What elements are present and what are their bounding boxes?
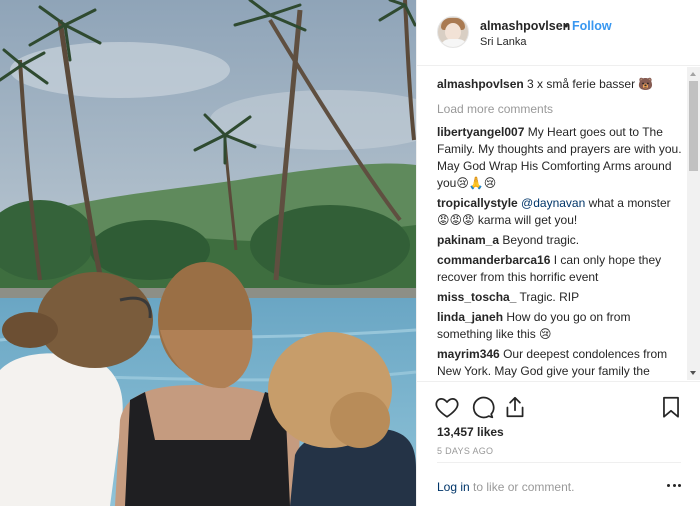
comment-item: linda_janeh How do you go on from someth… <box>437 309 682 343</box>
login-bar: Log in to like or comment. <box>437 462 681 506</box>
comment-item: mayrim346 Our deepest condolences from N… <box>437 346 682 380</box>
scrollbar-thumb[interactable] <box>689 81 698 171</box>
post-side-panel: almashpovlsen • Follow Sri Lanka almashp… <box>416 0 700 506</box>
comment-item: pakinam_a Beyond tragic. <box>437 232 682 249</box>
comment-username[interactable]: commanderbarca16 <box>437 253 550 267</box>
caption-username[interactable]: almashpovlsen <box>437 77 524 91</box>
post-photo <box>0 0 416 506</box>
load-more-comments-button[interactable]: Load more comments <box>437 101 687 117</box>
comment-item: miss_toscha_ Tragic. RIP <box>437 289 682 306</box>
comment-item: tropicallystyle @daynavan what a monster… <box>437 195 682 229</box>
login-prompt: Log in to like or comment. <box>437 480 574 494</box>
avatar[interactable] <box>437 16 469 48</box>
comment-text: Tragic. RIP <box>519 290 580 304</box>
username-link[interactable]: almashpovlsen <box>480 19 570 33</box>
more-options-icon[interactable] <box>666 479 682 493</box>
bookmark-icon[interactable] <box>658 394 684 420</box>
scroll-down-arrow-icon[interactable] <box>690 371 696 375</box>
comment-item: commanderbarca16 I can only hope they re… <box>437 252 682 286</box>
comment-username[interactable]: pakinam_a <box>437 233 499 247</box>
comment-container: libertyangel007 My Heart goes out to The… <box>437 124 687 380</box>
scroll-up-arrow-icon[interactable] <box>690 72 696 76</box>
beach-photo-image <box>0 0 416 506</box>
comment-bubble-icon[interactable] <box>469 394 495 420</box>
share-icon[interactable] <box>502 394 528 420</box>
comment-username[interactable]: linda_janeh <box>437 310 503 324</box>
login-suffix: to like or comment. <box>469 480 575 494</box>
caption: almashpovlsen 3 x små ferie basser 🐻 <box>437 76 682 93</box>
comment-text: Beyond tragic. <box>502 233 580 247</box>
heart-icon[interactable] <box>434 394 460 420</box>
comment-username[interactable]: libertyangel007 <box>437 125 524 139</box>
comment-username[interactable]: tropicallystyle <box>437 196 518 210</box>
post-timestamp[interactable]: 5 DAYS AGO <box>437 446 493 456</box>
post-actions: 13,457 likes 5 DAYS AGO Log in to like o… <box>417 381 700 506</box>
comments-scrollbar[interactable] <box>687 67 700 380</box>
instagram-post: almashpovlsen • Follow Sri Lanka almashp… <box>0 0 700 506</box>
follow-button[interactable]: Follow <box>572 19 612 33</box>
comment-mention[interactable]: @daynavan <box>521 196 585 210</box>
post-header: almashpovlsen • Follow Sri Lanka <box>417 0 700 66</box>
caption-text: 3 x små ferie basser 🐻 <box>527 77 654 91</box>
location-link[interactable]: Sri Lanka <box>480 36 526 48</box>
separator-dot: • <box>564 19 569 33</box>
comments-list[interactable]: almashpovlsen 3 x små ferie basser 🐻 Loa… <box>417 67 687 380</box>
like-count[interactable]: 13,457 likes <box>437 425 504 439</box>
comment-username[interactable]: miss_toscha_ <box>437 290 516 304</box>
comment-username[interactable]: mayrim346 <box>437 347 500 361</box>
login-link[interactable]: Log in <box>437 480 470 494</box>
comment-item: libertyangel007 My Heart goes out to The… <box>437 124 682 192</box>
